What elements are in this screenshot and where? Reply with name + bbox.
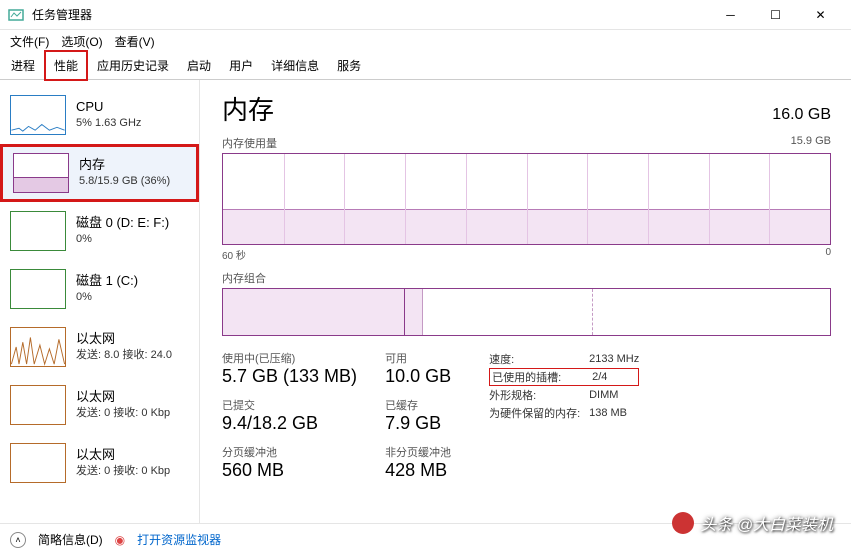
menubar: 文件(F) 选项(O) 查看(V) [0, 30, 851, 52]
sidebar-item-disk0[interactable]: 磁盘 0 (D: E: F:)0% [0, 202, 199, 260]
memory-thumb-icon [13, 153, 69, 193]
menu-options[interactable]: 选项(O) [57, 31, 106, 52]
info-reserved: 为硬件保留的内存:138 MB [489, 404, 639, 422]
tab-performance[interactable]: 性能 [44, 50, 88, 81]
composition-label: 内存组合 [222, 270, 831, 286]
sidebar-item-disk1[interactable]: 磁盘 1 (C:)0% [0, 260, 199, 318]
net-thumb-icon [10, 443, 66, 483]
sidebar-item-ethernet0[interactable]: 以太网发送: 8.0 接收: 24.0 [0, 318, 199, 376]
tab-details[interactable]: 详细信息 [262, 51, 328, 80]
tab-users[interactable]: 用户 [220, 51, 262, 80]
stat-inuse: 使用中(已压缩)5.7 GB (133 MB) [222, 350, 357, 387]
watermark: 头条 @大白菜装机 [672, 511, 833, 535]
stat-nonpaged: 非分页缓冲池428 MB [385, 444, 451, 481]
disk-thumb-icon [10, 211, 66, 251]
tab-processes[interactable]: 进程 [2, 51, 44, 80]
tab-app-history[interactable]: 应用历史记录 [88, 51, 178, 80]
brief-info-link[interactable]: 简略信息(D) [38, 531, 103, 548]
menu-file[interactable]: 文件(F) [6, 31, 53, 52]
tab-startup[interactable]: 启动 [178, 51, 220, 80]
disk-thumb-icon [10, 269, 66, 309]
memory-composition-graph [222, 288, 831, 336]
close-button[interactable]: ✕ [798, 1, 843, 29]
open-resmon-link[interactable]: 打开资源监视器 [137, 531, 221, 548]
chevron-up-icon[interactable]: ˄ [10, 532, 26, 548]
usage-label: 内存使用量 [222, 135, 277, 151]
content: 内存 16.0 GB 内存使用量15.9 GB 60 秒0 内存组合 使用中(已… [200, 80, 851, 523]
stat-committed: 已提交9.4/18.2 GB [222, 397, 357, 434]
sidebar-item-ethernet2[interactable]: 以太网发送: 0 接收: 0 Kbp [0, 434, 199, 492]
sidebar-item-memory[interactable]: 内存5.8/15.9 GB (36%) [0, 144, 199, 202]
cpu-thumb-icon [10, 95, 66, 135]
tabbar: 进程 性能 应用历史记录 启动 用户 详细信息 服务 [0, 52, 851, 80]
sidebar-item-ethernet1[interactable]: 以太网发送: 0 接收: 0 Kbp [0, 376, 199, 434]
sidebar-item-cpu[interactable]: CPU5% 1.63 GHz [0, 86, 199, 144]
stat-available: 可用10.0 GB [385, 350, 451, 387]
page-title: 内存 [222, 90, 274, 127]
info-form: 外形规格:DIMM [489, 386, 639, 404]
stat-paged: 分页缓冲池560 MB [222, 444, 357, 481]
menu-view[interactable]: 查看(V) [111, 31, 159, 52]
window-title: 任务管理器 [32, 6, 708, 23]
resmon-icon: ◉ [115, 533, 125, 547]
memory-total: 16.0 GB [772, 106, 831, 124]
titlebar: 任务管理器 ─ ☐ ✕ [0, 0, 851, 30]
net-thumb-icon [10, 327, 66, 367]
sidebar: CPU5% 1.63 GHz 内存5.8/15.9 GB (36%) 磁盘 0 … [0, 80, 200, 523]
info-speed: 速度:2133 MHz [489, 350, 639, 368]
net-thumb-icon [10, 385, 66, 425]
minimize-button[interactable]: ─ [708, 1, 753, 29]
info-slots: 已使用的插槽:2/4 [489, 368, 639, 386]
watermark-avatar-icon [672, 512, 694, 534]
tab-services[interactable]: 服务 [328, 51, 370, 80]
stat-cached: 已缓存7.9 GB [385, 397, 451, 434]
maximize-button[interactable]: ☐ [753, 1, 798, 29]
app-icon [8, 7, 24, 23]
memory-usage-graph [222, 153, 831, 245]
